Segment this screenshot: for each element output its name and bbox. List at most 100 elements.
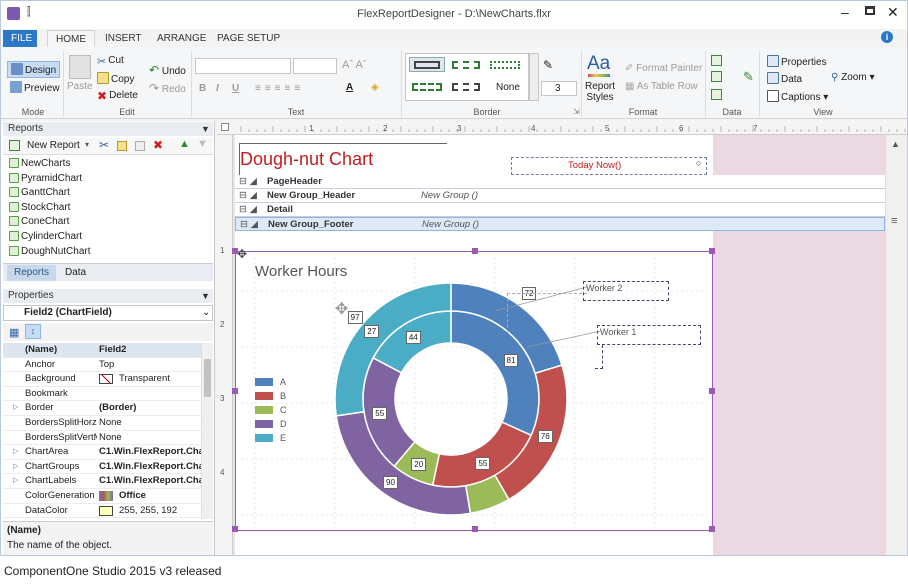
redo-button[interactable]: ↷ Redo <box>149 81 186 95</box>
underline-icon[interactable]: U <box>232 83 239 94</box>
copy-button[interactable]: Copy <box>97 72 134 85</box>
property-value[interactable]: C1.Win.FlexReport.Char <box>99 474 201 489</box>
collapse-icon[interactable]: ⊟ ◢ <box>239 175 257 189</box>
report-item[interactable]: PyramidChart <box>9 172 82 186</box>
border-width-select[interactable]: 3 <box>541 81 577 96</box>
captions-toggle[interactable]: Captions ▾ <box>767 90 828 103</box>
property-row[interactable]: ▷ Border (Border) <box>3 401 213 416</box>
move-down-icon[interactable]: ▼ <box>197 138 208 150</box>
scroll-up-icon[interactable]: ▲ <box>891 139 900 149</box>
tab-page-setup[interactable]: PAGE SETUP <box>209 30 288 47</box>
property-value[interactable]: None <box>99 416 201 431</box>
data-wizard-icon[interactable]: ✎ <box>743 69 754 85</box>
design-button[interactable]: Design <box>7 61 61 78</box>
as-table-row-button[interactable]: ▦ As Table Row <box>625 81 698 92</box>
data-toggle[interactable]: Data <box>767 72 802 85</box>
property-row[interactable]: Anchor Top <box>3 357 213 373</box>
font-size-select[interactable] <box>293 58 337 74</box>
grow-font-icon[interactable]: Aˆ Aˇ <box>342 59 366 71</box>
undo-button[interactable]: ↶ Undo <box>149 63 186 77</box>
fill-color-icon[interactable]: ◈ <box>371 82 379 93</box>
pin-icon[interactable]: ▼ <box>201 122 210 136</box>
minimize-button[interactable]: – <box>841 4 849 20</box>
expand-icon[interactable]: ▷ <box>13 460 18 475</box>
field-handle-icon[interactable]: ○ <box>696 158 701 168</box>
collapse-icon[interactable]: ⊟ ◢ <box>239 189 257 203</box>
property-value[interactable]: (Border) <box>99 401 201 416</box>
property-row[interactable]: BordersSplitHorz None <box>3 416 213 431</box>
cut-icon[interactable]: ✂ <box>99 138 109 152</box>
maximize-button[interactable] <box>865 6 875 15</box>
parameters-icon[interactable] <box>711 71 722 82</box>
expand-icon[interactable]: ▷ <box>13 474 18 489</box>
report-item[interactable]: StockChart <box>9 201 70 215</box>
collapse-icon[interactable]: ⊟ ◢ <box>240 218 258 232</box>
preview-button[interactable]: Preview <box>10 81 60 94</box>
paste-button[interactable]: Paste <box>67 81 93 92</box>
copy-icon[interactable] <box>117 141 127 151</box>
property-value[interactable]: Office <box>99 489 201 504</box>
format-painter-button[interactable]: ✐ Format Painter <box>625 63 702 74</box>
property-row[interactable]: BordersSplitVertM None <box>3 430 213 446</box>
data-source-icon[interactable] <box>711 55 722 66</box>
pen-color-icon[interactable]: ✎ <box>543 58 553 72</box>
delete-icon[interactable]: ✖ <box>153 138 163 152</box>
pin-icon[interactable]: ▼ <box>201 289 210 303</box>
font-color-icon[interactable]: A <box>346 82 353 93</box>
delete-button[interactable]: ✖ Delete <box>97 89 138 103</box>
scroll-grip-icon[interactable]: ≡ <box>891 215 897 227</box>
tab-insert[interactable]: INSERT <box>97 30 150 47</box>
today-field[interactable]: Today Now() ○ <box>511 157 707 175</box>
property-value[interactable]: 255, 255, 192 <box>99 504 201 519</box>
report-item[interactable]: DoughNutChart <box>9 245 90 259</box>
zoom-button[interactable]: ⚲ Zoom ▾ <box>831 72 874 83</box>
property-row[interactable]: (Name) Field2 <box>3 343 213 358</box>
categorized-icon[interactable]: ▦ <box>9 326 19 339</box>
tab-arrange[interactable]: ARRANGE <box>149 30 214 47</box>
properties-toggle[interactable]: Properties <box>767 55 827 68</box>
object-selector[interactable]: Field2 (ChartField) ⌄ <box>3 305 213 321</box>
report-item[interactable]: NewCharts <box>9 157 70 171</box>
expand-icon[interactable]: ▷ <box>13 401 18 416</box>
design-scrollbar[interactable]: ▲ ≡ <box>885 135 907 555</box>
property-value[interactable]: C1.Win.FlexReport.Char <box>99 460 201 475</box>
report-item[interactable]: CylinderChart <box>9 230 82 244</box>
property-value[interactable]: C1.Win.FlexReport.Char <box>99 445 201 460</box>
border-style-gallery[interactable]: None <box>405 53 529 101</box>
property-row[interactable]: ▷ ChartArea C1.Win.FlexReport.Char <box>3 445 213 460</box>
band-header[interactable]: ⊟ ◢ PageHeader <box>235 175 885 189</box>
band-header[interactable]: ⊟ ◢ Detail <box>235 203 885 217</box>
tab-reports[interactable]: Reports <box>7 265 57 281</box>
property-row[interactable]: Background Transparent <box>3 372 213 387</box>
property-value[interactable]: Top <box>99 358 201 373</box>
report-styles-button[interactable]: Report Styles <box>585 81 615 103</box>
worker2-label-box[interactable]: Worker 2 <box>583 281 669 301</box>
cut-button[interactable]: ✂ Cut <box>97 55 124 68</box>
calc-field-icon[interactable] <box>711 89 722 100</box>
property-row[interactable]: ▷ ChartGroups C1.Win.FlexReport.Char <box>3 459 213 475</box>
property-row[interactable]: Bookmark <box>3 386 213 402</box>
worker1-label-box[interactable]: Worker 1 <box>597 325 701 345</box>
bold-icon[interactable]: B <box>199 83 206 94</box>
new-report-dropdown[interactable]: ▾ <box>85 140 89 149</box>
report-item[interactable]: ConeChart <box>9 215 69 229</box>
border-dialog-launcher[interactable]: ⇲ <box>573 107 580 116</box>
tab-data[interactable]: Data <box>61 265 90 281</box>
info-icon[interactable]: i <box>881 31 893 43</box>
property-scrollbar[interactable] <box>201 343 213 519</box>
property-row[interactable]: DataColor 255, 255, 192 <box>3 503 213 519</box>
property-value[interactable]: None <box>99 431 201 446</box>
property-value[interactable]: Transparent <box>99 372 201 387</box>
close-button[interactable]: ✕ <box>887 4 899 21</box>
align-icons[interactable]: ≡≡≡≡≡ <box>255 83 304 94</box>
property-value[interactable]: Field2 <box>99 343 201 358</box>
move-up-icon[interactable]: ▲ <box>179 138 190 150</box>
property-row[interactable]: ColorGeneration Office <box>3 489 213 504</box>
tab-home[interactable]: HOME <box>47 30 95 47</box>
tab-file[interactable]: FILE <box>3 30 37 47</box>
paste-icon[interactable] <box>135 141 145 151</box>
property-row[interactable]: ▷ ChartLabels C1.Win.FlexReport.Char <box>3 474 213 489</box>
new-report-button[interactable]: New Report <box>27 140 80 151</box>
band-header[interactable]: ⊟ ◢ New Group_Footer New Group () <box>235 217 885 231</box>
font-family-select[interactable] <box>195 58 291 74</box>
